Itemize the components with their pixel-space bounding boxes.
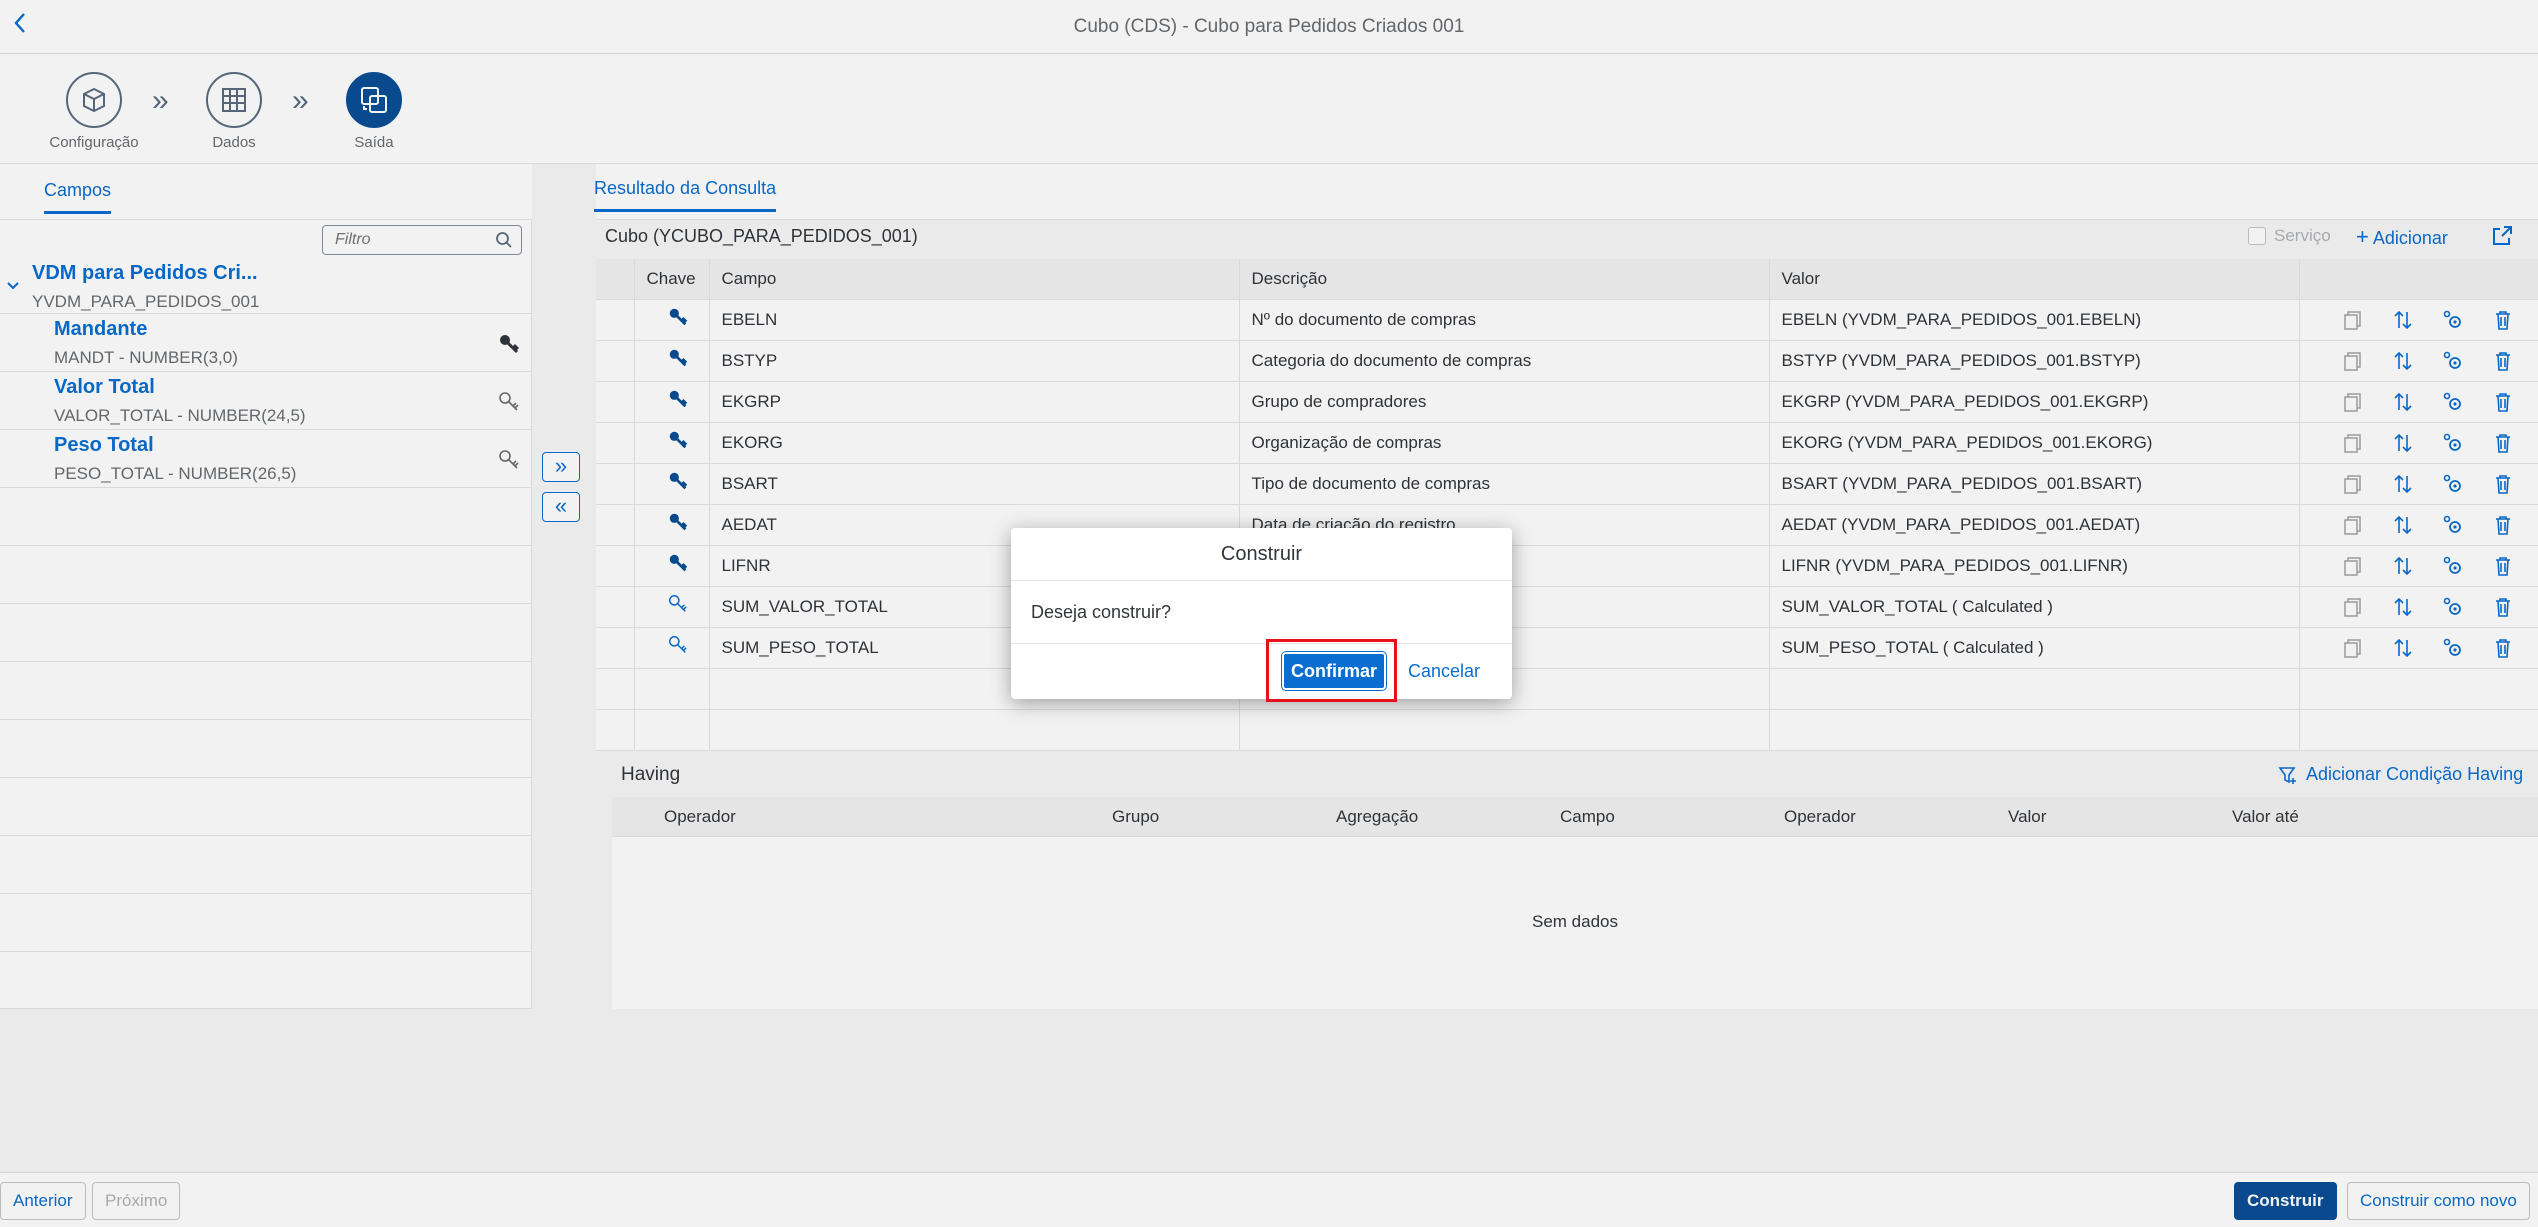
confirm-button[interactable]: Confirmar [1282, 652, 1386, 690]
dialog-title: Construir [1011, 528, 1512, 581]
cancel-button[interactable]: Cancelar [1400, 652, 1488, 690]
dialog-message: Deseja construir? [1031, 602, 1172, 622]
